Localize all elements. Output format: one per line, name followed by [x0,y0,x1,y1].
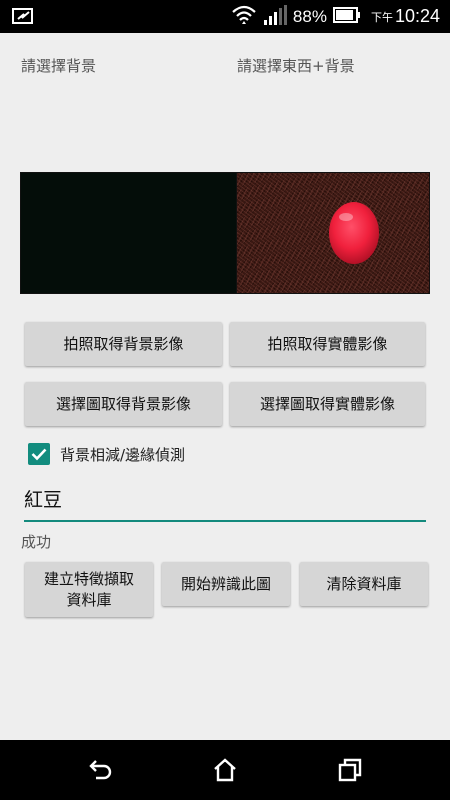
back-icon[interactable] [86,756,114,784]
object-name-input[interactable] [24,478,426,518]
build-button-line1: 建立特徵擷取 [43,570,134,589]
capture-background-button[interactable]: 拍照取得背景影像 [25,322,222,366]
background-image[interactable] [20,172,236,294]
object-prompt-label: 請選擇東西+背景 [237,57,355,75]
background-subtraction-label[interactable]: 背景相減/邊緣偵測 [60,444,185,465]
status-bar: 88% 下午 10:24 [0,0,450,33]
clock-ampm: 下午 [370,10,393,24]
signal-icon [263,4,287,30]
start-recognition-button[interactable]: 開始辨識此圖 [162,562,290,606]
battery-percent: 88% [292,6,327,26]
wifi-icon [231,4,257,30]
build-button-line2: 資料庫 [66,590,112,609]
recent-apps-icon[interactable] [336,756,364,784]
background-subtraction-checkbox[interactable] [28,443,50,465]
background-prompt-label: 請選擇背景 [21,57,97,75]
pick-background-button[interactable]: 選擇圖取得背景影像 [25,382,222,426]
checkmark-icon [31,448,47,461]
capture-object-button[interactable]: 拍照取得實體影像 [230,322,425,366]
home-icon[interactable] [211,756,239,784]
status-text: 成功 [21,533,52,551]
clear-database-button[interactable]: 清除資料庫 [300,562,428,606]
navigation-bar [0,740,450,800]
object-image[interactable] [236,172,430,294]
build-feature-database-button[interactable]: 建立特徵擷取 資料庫 [25,562,153,617]
red-bean-image [329,202,379,264]
battery-icon [332,6,361,27]
notification-icon [12,6,36,30]
clock-time: 10:24 [394,6,440,26]
pick-object-button[interactable]: 選擇圖取得實體影像 [230,382,425,426]
name-field-container [24,478,426,522]
